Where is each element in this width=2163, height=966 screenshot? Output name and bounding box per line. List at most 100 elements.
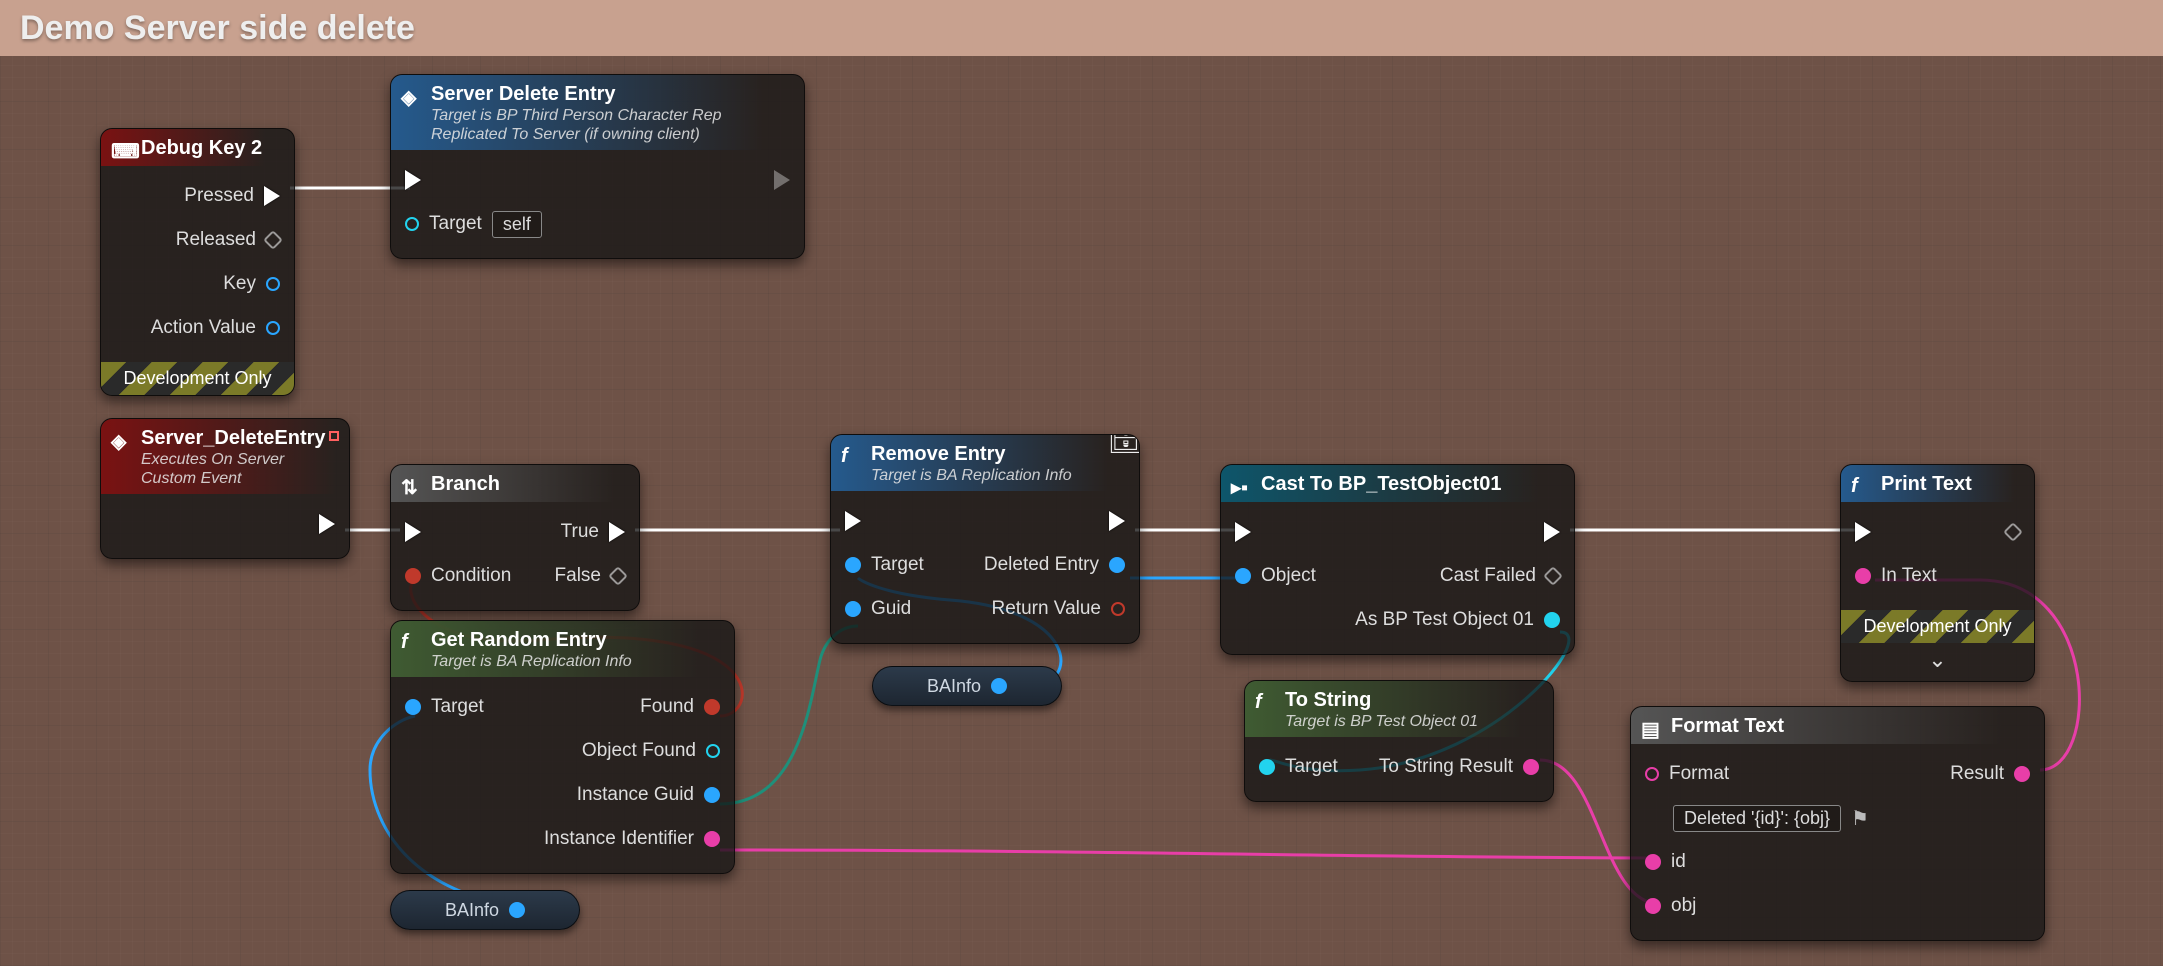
data-pin[interactable] [991, 678, 1007, 694]
data-pin[interactable] [2014, 766, 2030, 782]
format-string-value[interactable]: Deleted '{id}': {obj} [1673, 805, 1841, 832]
node-header: ▤ Format Text [1631, 707, 2044, 744]
pin-label: Cast Failed [1440, 565, 1536, 587]
node-title: Format Text [1671, 715, 1784, 737]
data-pin[interactable] [845, 557, 861, 573]
node-format-text[interactable]: ▤ Format Text Format Result Deleted '{id… [1630, 706, 2045, 941]
exec-pin[interactable] [405, 522, 421, 542]
pin-label: Target [429, 213, 482, 235]
data-pin[interactable] [1111, 602, 1125, 616]
node-header: f To String Target is BP Test Object 01 [1245, 681, 1553, 737]
data-pin[interactable] [405, 217, 419, 231]
exec-pin[interactable] [319, 514, 335, 534]
node-print-text[interactable]: f Print Text In Text Development Only ⌄ [1840, 464, 2035, 682]
node-subtitle: Custom Event [141, 469, 335, 488]
format-text-icon: ▤ [1641, 717, 1663, 739]
expand-toggle[interactable]: ⌄ [1841, 643, 2034, 681]
data-pin[interactable] [845, 601, 861, 617]
pin-label: Released [176, 229, 256, 251]
exec-pin[interactable] [405, 170, 421, 190]
exec-pin[interactable] [845, 511, 861, 531]
function-icon: f [1255, 691, 1277, 713]
node-subtitle: Target is BP Test Object 01 [1285, 712, 1539, 731]
data-pin[interactable] [1109, 557, 1125, 573]
pin-label: Found [640, 696, 694, 718]
dev-only-badge: Development Only [1841, 610, 2034, 643]
event-call-icon: ◈ [401, 85, 423, 107]
exec-pin[interactable] [1235, 522, 1251, 542]
pin-default-value[interactable]: self [492, 211, 542, 238]
node-title: Get Random Entry [431, 629, 607, 651]
node-branch[interactable]: ⇅ Branch True Condition False [390, 464, 640, 611]
function-icon: f [401, 631, 423, 653]
data-pin[interactable] [266, 321, 280, 335]
data-pin[interactable] [1544, 612, 1560, 628]
node-get-random-entry[interactable]: f Get Random Entry Target is BA Replicat… [390, 620, 735, 874]
variable-pill-bainfo-2[interactable]: BAInfo [872, 666, 1062, 706]
node-title: Debug Key 2 [141, 137, 262, 159]
pin-label: Object Found [582, 740, 696, 762]
node-header: ▸▪ Cast To BP_TestObject01 [1221, 465, 1574, 502]
exec-pin[interactable] [1855, 522, 1871, 542]
data-pin[interactable] [266, 277, 280, 291]
comment-title: Demo Server side delete [20, 9, 415, 48]
data-pin[interactable] [1645, 898, 1661, 914]
node-header: ◈ Server_DeleteEntry Executes On Server … [101, 419, 349, 494]
pin-label: In Text [1881, 565, 1937, 587]
dev-only-badge: Development Only [101, 362, 294, 395]
pin-label: Condition [431, 565, 511, 587]
node-server-delete-entry-call[interactable]: ◈ Server Delete Entry Target is BP Third… [390, 74, 805, 259]
variable-pill-bainfo-1[interactable]: BAInfo [390, 890, 580, 930]
node-remove-entry[interactable]: 🗄 f Remove Entry Target is BA Replicatio… [830, 434, 1140, 644]
data-pin[interactable] [1523, 759, 1539, 775]
pin-label: Deleted Entry [984, 554, 1099, 576]
node-title: Cast To BP_TestObject01 [1261, 473, 1501, 495]
data-pin[interactable] [405, 568, 421, 584]
pin-label: obj [1671, 895, 1696, 917]
node-debug-key-2[interactable]: ⌨ Debug Key 2 Pressed Released Key Actio… [100, 128, 295, 396]
node-subtitle: Target is BP Third Person Character Rep [431, 106, 790, 125]
exec-pin[interactable] [774, 170, 790, 190]
exec-pin[interactable] [608, 566, 628, 586]
data-pin[interactable] [704, 699, 720, 715]
pin-label: Result [1950, 763, 2004, 785]
node-server-delete-entry-event[interactable]: ◈ Server_DeleteEntry Executes On Server … [100, 418, 350, 559]
pin-label: Action Value [151, 317, 256, 339]
pin-label: False [555, 565, 601, 587]
data-pin[interactable] [1235, 568, 1251, 584]
node-header: ◈ Server Delete Entry Target is BP Third… [391, 75, 804, 150]
node-title: To String [1285, 689, 1371, 711]
node-cast-to-bp-testobject01[interactable]: ▸▪ Cast To BP_TestObject01 Object Cast F… [1220, 464, 1575, 655]
node-header: f Remove Entry Target is BA Replication … [831, 435, 1139, 491]
node-to-string[interactable]: f To String Target is BP Test Object 01 … [1244, 680, 1554, 802]
exec-pin[interactable] [1109, 511, 1125, 531]
comment-banner: Demo Server side delete [0, 0, 2163, 56]
data-pin[interactable] [1855, 568, 1871, 584]
node-title: Remove Entry [871, 443, 1006, 465]
data-pin[interactable] [704, 831, 720, 847]
exec-pin[interactable] [264, 186, 280, 206]
exec-pin[interactable] [1544, 522, 1560, 542]
exec-pin[interactable] [1543, 566, 1563, 586]
exec-pin[interactable] [263, 230, 283, 250]
replicated-icon [329, 431, 339, 441]
function-icon: f [1851, 475, 1873, 497]
variable-label: BAInfo [445, 900, 499, 921]
variable-label: BAInfo [927, 676, 981, 697]
localize-icon[interactable]: ⚑ [1851, 806, 1869, 831]
data-pin[interactable] [1259, 759, 1275, 775]
data-pin[interactable] [509, 902, 525, 918]
data-pin[interactable] [1645, 767, 1659, 781]
node-header: f Print Text [1841, 465, 2034, 502]
pin-label: Format [1669, 763, 1729, 785]
data-pin[interactable] [706, 744, 720, 758]
exec-pin[interactable] [609, 522, 625, 542]
data-pin[interactable] [1645, 854, 1661, 870]
pin-label: Guid [871, 598, 911, 620]
data-pin[interactable] [405, 699, 421, 715]
data-pin[interactable] [704, 787, 720, 803]
exec-pin[interactable] [2003, 522, 2023, 542]
node-title: Server_DeleteEntry [141, 427, 326, 449]
pin-label: Object [1261, 565, 1316, 587]
node-subtitle: Target is BA Replication Info [431, 652, 720, 671]
